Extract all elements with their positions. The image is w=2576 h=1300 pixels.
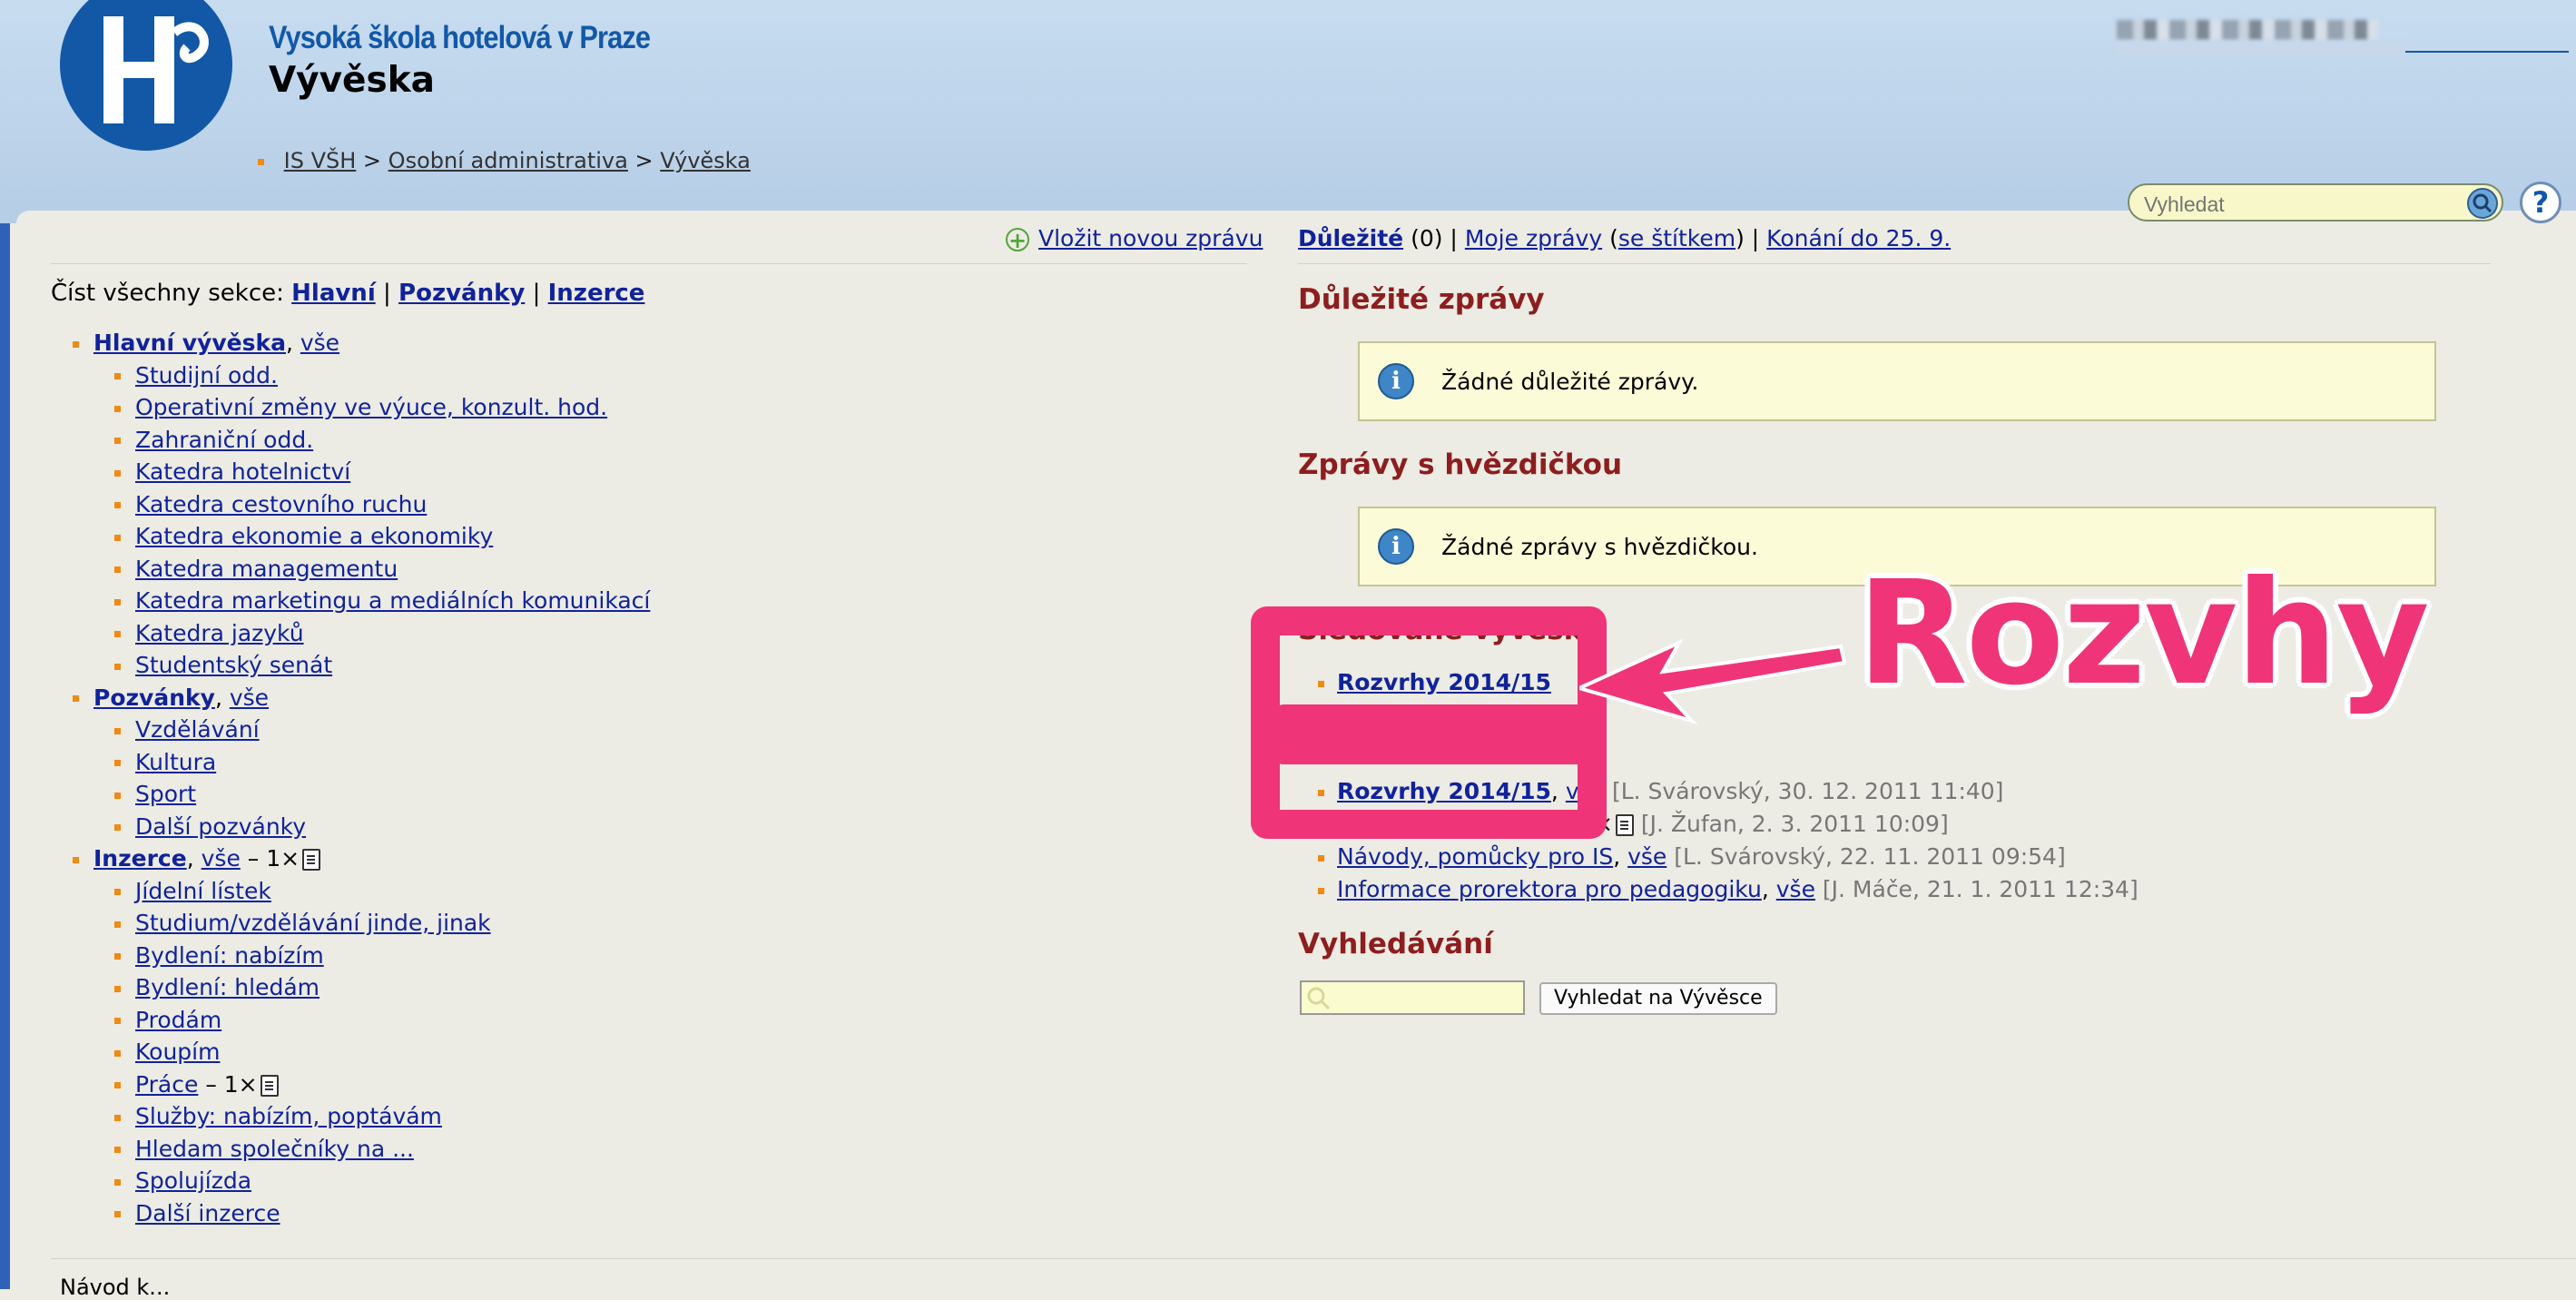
list-item[interactable]: Studijní odd. — [73, 359, 650, 392]
list-item[interactable]: Studentský senát — [73, 649, 650, 682]
top-search-input[interactable] — [2142, 191, 2454, 218]
divider — [1298, 263, 2491, 264]
list-item[interactable]: Vzdělávání — [73, 714, 650, 746]
my-messages-link[interactable]: Moje zprávy — [1465, 225, 1602, 251]
section-hlavni: Hlavní vývěska, vše — [73, 327, 650, 359]
important-empty-box: i Žádné důležité zprávy. — [1358, 341, 2436, 421]
search-icon — [1307, 987, 1331, 1010]
user-info-blurred-secondary — [2117, 42, 2407, 54]
list-item[interactable]: Spolujízda — [73, 1165, 650, 1197]
list-item[interactable]: Další pozvánky — [73, 811, 650, 843]
footer-text: Návod k... — [60, 1275, 171, 1300]
search-icon[interactable] — [2467, 188, 2498, 219]
message-filters: Důležité (0) | Moje zprávy (se štítkem) … — [1298, 225, 1952, 251]
list-item[interactable]: Prodám — [73, 1004, 650, 1037]
section-inzerce: Inzerce, vše – 1× — [73, 842, 650, 875]
list-item[interactable]: Studium/vzdělávání jinde, jinak — [73, 907, 650, 940]
read-all-sections: Číst všechny sekce: Hlavní | Pozvánky | … — [51, 280, 645, 307]
list-item[interactable]: Sport — [73, 778, 650, 811]
board-tree: Hlavní vývěska, vše Studijní odd. Operat… — [73, 327, 650, 1229]
list-item[interactable]: Katedra ekonomie a ekonomiky — [73, 520, 650, 553]
user-info-blurred — [2117, 20, 2378, 40]
page-title: Vývěska — [269, 60, 435, 101]
list-item[interactable]: Práce – 1× — [73, 1069, 650, 1101]
section-pozvanky: Pozvánky, vše — [73, 682, 650, 714]
board-search-input[interactable] — [1300, 980, 1525, 1015]
starred-heading: Zprávy s hvězdičkou — [1298, 448, 1623, 481]
read-all-inzerce[interactable]: Inzerce — [548, 280, 645, 307]
school-logo[interactable] — [60, 0, 232, 151]
annotation-redaction-bar — [1274, 704, 1594, 764]
annotation-arrow-icon — [1579, 638, 1847, 724]
list-item[interactable]: Operativní změny ve výuce, konzult. hod. — [73, 391, 650, 424]
document-icon — [1615, 814, 1634, 836]
bullet-icon — [258, 158, 264, 165]
search-heading: Vyhledávání — [1298, 928, 1493, 960]
plus-icon: + — [1006, 228, 1029, 251]
list-item[interactable]: Katedra managementu — [73, 553, 650, 586]
list-item[interactable]: Hledam společníky na ... — [73, 1133, 650, 1166]
list-item[interactable]: Jídelní lístek — [73, 875, 650, 908]
list-item[interactable]: Kultura — [73, 746, 650, 779]
annotation-text: Rozvhy — [1857, 550, 2430, 717]
breadcrumb-vyveska[interactable]: Vývěska — [660, 148, 751, 173]
board-search-button[interactable]: Vyhledat na Vývěsce — [1539, 982, 1777, 1015]
breadcrumb-osobni-administrativa[interactable]: Osobní administrativa — [388, 148, 628, 173]
important-heading: Důležité zprávy — [1298, 283, 1545, 316]
breadcrumb-is-vsh[interactable]: IS VŠH — [284, 148, 357, 173]
list-item[interactable]: Koupím — [73, 1036, 650, 1069]
list-item[interactable]: Návody, pomůcky pro IS, vše [L. Svárovsk… — [1318, 841, 2138, 873]
document-icon — [302, 849, 321, 871]
list-item[interactable]: Další inzerce — [73, 1197, 650, 1230]
list-item[interactable]: Katedra marketingu a mediálních komunika… — [73, 585, 650, 617]
list-item[interactable]: Bydlení: hledám — [73, 971, 650, 1004]
new-message-link[interactable]: + Vložit novou zprávu — [1006, 225, 1263, 251]
list-item[interactable]: Informace prorektora pro pedagogiku, vše… — [1318, 873, 2138, 906]
list-item[interactable]: Katedra cestovního ruchu — [73, 488, 650, 521]
breadcrumb: IS VŠH > Osobní administrativa > Vývěska — [258, 148, 751, 173]
list-item[interactable]: Katedra jazyků — [73, 617, 650, 650]
divider — [51, 263, 1247, 264]
read-all-hlavni[interactable]: Hlavní — [291, 280, 376, 307]
info-icon: i — [1378, 528, 1414, 565]
user-underline — [2405, 51, 2569, 53]
important-link[interactable]: Důležité — [1298, 225, 1403, 251]
info-icon: i — [1378, 363, 1414, 399]
list-item[interactable]: Služby: nabízím, poptávám — [73, 1100, 650, 1133]
events-link[interactable]: Konání do 25. 9. — [1766, 225, 1951, 251]
with-tag-link[interactable]: se štítkem — [1618, 225, 1735, 251]
help-icon[interactable]: ? — [2520, 182, 2561, 223]
list-item[interactable]: Zahraniční odd. — [73, 424, 650, 457]
read-all-pozvanky[interactable]: Pozvánky — [398, 280, 525, 307]
list-item[interactable]: Bydlení: nabízím — [73, 940, 650, 972]
divider — [51, 1258, 2576, 1259]
school-name: Vysoká škola hotelová v Praze — [269, 20, 651, 55]
list-item[interactable]: Katedra hotelnictví — [73, 456, 650, 488]
document-icon — [260, 1074, 279, 1097]
top-search — [2128, 183, 2503, 222]
